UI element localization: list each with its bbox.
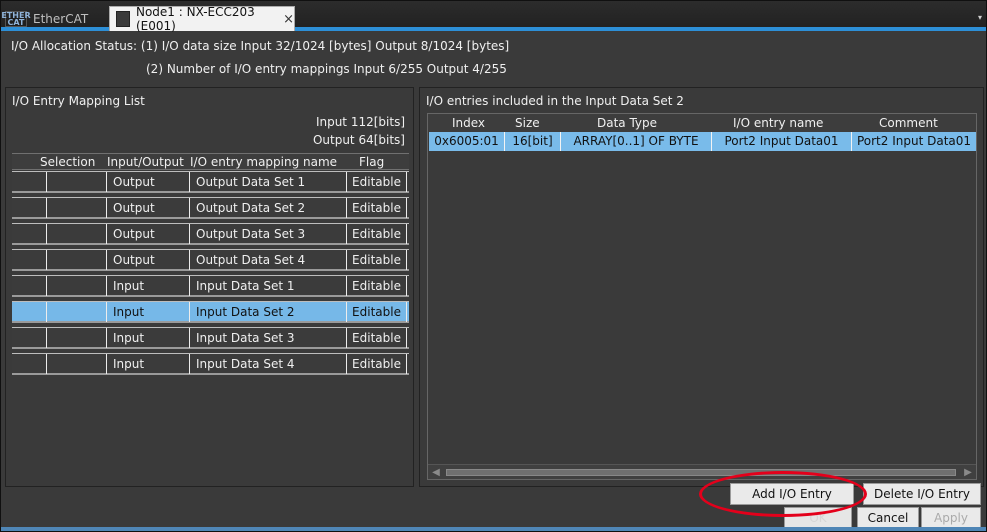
header-selection[interactable]: Selection: [40, 155, 95, 169]
io-allocation-status-line-1: I/O Allocation Status: (1) I/O data size…: [11, 39, 510, 53]
io-entry-row[interactable]: 0x6005:01 16[bit] ARRAY[0..1] OF BYTE Po…: [429, 132, 976, 151]
ethercat-tab-icon: ETHER CAT: [1, 10, 31, 27]
header-comment[interactable]: Comment: [879, 116, 938, 130]
io-allocation-status-line-2: (2) Number of I/O entry mappings Input 6…: [146, 62, 507, 76]
header-mapping-name[interactable]: I/O entry mapping name: [190, 155, 337, 169]
io-entries-title: I/O entries included in the Input Data S…: [426, 94, 684, 108]
io-entries-panel: I/O entries included in the Input Data S…: [419, 87, 984, 487]
selection-cell[interactable]: [47, 172, 107, 192]
header-input-output[interactable]: Input/Output: [107, 155, 184, 169]
mapping-row-selected[interactable]: Input Input Data Set 2 Editable: [12, 301, 409, 323]
header-size[interactable]: Size: [515, 116, 540, 130]
mapping-row[interactable]: Input Input Data Set 1 Editable: [12, 275, 409, 297]
selection-cell[interactable]: [47, 328, 107, 348]
node-tab-icon: [116, 11, 130, 27]
mapping-row[interactable]: Output Output Data Set 1 Editable: [12, 171, 409, 193]
io-entry-table-header: Index Size Data Type I/O entry name Comm…: [428, 114, 976, 132]
header-io-entry-name[interactable]: I/O entry name: [733, 116, 823, 130]
cancel-button[interactable]: Cancel: [857, 507, 919, 529]
selection-cell[interactable]: [47, 354, 107, 374]
scroll-right-icon[interactable]: ▶: [960, 465, 976, 479]
mapping-table: Selection Input/Output I/O entry mapping…: [12, 153, 409, 485]
tab-ethercat-label: EtherCAT: [33, 11, 89, 26]
delete-io-entry-button[interactable]: Delete I/O Entry: [863, 483, 981, 505]
horizontal-scrollbar[interactable]: ◀ ▶: [428, 464, 976, 479]
add-io-entry-button[interactable]: Add I/O Entry: [730, 483, 854, 505]
header-data-type[interactable]: Data Type: [597, 116, 657, 130]
selection-cell[interactable]: [47, 250, 107, 270]
tab-node1-label: Node1 : NX-ECC203 (E001): [135, 5, 255, 33]
io-entry-mapping-list-panel: I/O Entry Mapping List Input 112[bits] O…: [5, 87, 414, 487]
mapping-list-title: I/O Entry Mapping List: [12, 94, 145, 108]
selection-cell[interactable]: [47, 224, 107, 244]
selection-cell[interactable]: [47, 302, 107, 322]
selection-cell[interactable]: [47, 276, 107, 296]
tab-menu-icon[interactable]: ▾: [978, 13, 982, 22]
bottom-strip: [1, 527, 986, 531]
mapping-table-header: Selection Input/Output I/O entry mapping…: [12, 153, 409, 170]
selection-cell[interactable]: [47, 198, 107, 218]
apply-button[interactable]: Apply: [921, 507, 981, 529]
mapping-row[interactable]: Output Output Data Set 4 Editable: [12, 249, 409, 271]
scroll-left-icon[interactable]: ◀: [428, 465, 444, 479]
ok-button[interactable]: OK: [784, 507, 852, 529]
mapping-row[interactable]: Output Output Data Set 3 Editable: [12, 223, 409, 245]
editor-tab-bar: ETHER CAT EtherCAT Node1 : NX-ECC203 (E0…: [1, 1, 986, 33]
input-bits-total: Input 112[bits]: [315, 115, 405, 129]
close-icon[interactable]: ×: [283, 12, 294, 27]
tab-ethercat[interactable]: ETHER CAT EtherCAT: [1, 6, 105, 31]
header-index[interactable]: Index: [452, 116, 485, 130]
io-entry-table: Index Size Data Type I/O entry name Comm…: [427, 113, 977, 480]
mapping-row[interactable]: Input Input Data Set 3 Editable: [12, 327, 409, 349]
tab-node1[interactable]: Node1 : NX-ECC203 (E001) ×: [109, 5, 295, 33]
output-bits-total: Output 64[bits]: [312, 133, 405, 147]
mapping-row[interactable]: Input Input Data Set 4 Editable: [12, 353, 409, 375]
ethercat-settings-window: ETHER CAT EtherCAT Node1 : NX-ECC203 (E0…: [0, 0, 987, 532]
header-flag[interactable]: Flag: [359, 155, 384, 169]
scrollbar-thumb[interactable]: [446, 469, 956, 476]
mapping-row[interactable]: Output Output Data Set 2 Editable: [12, 197, 409, 219]
